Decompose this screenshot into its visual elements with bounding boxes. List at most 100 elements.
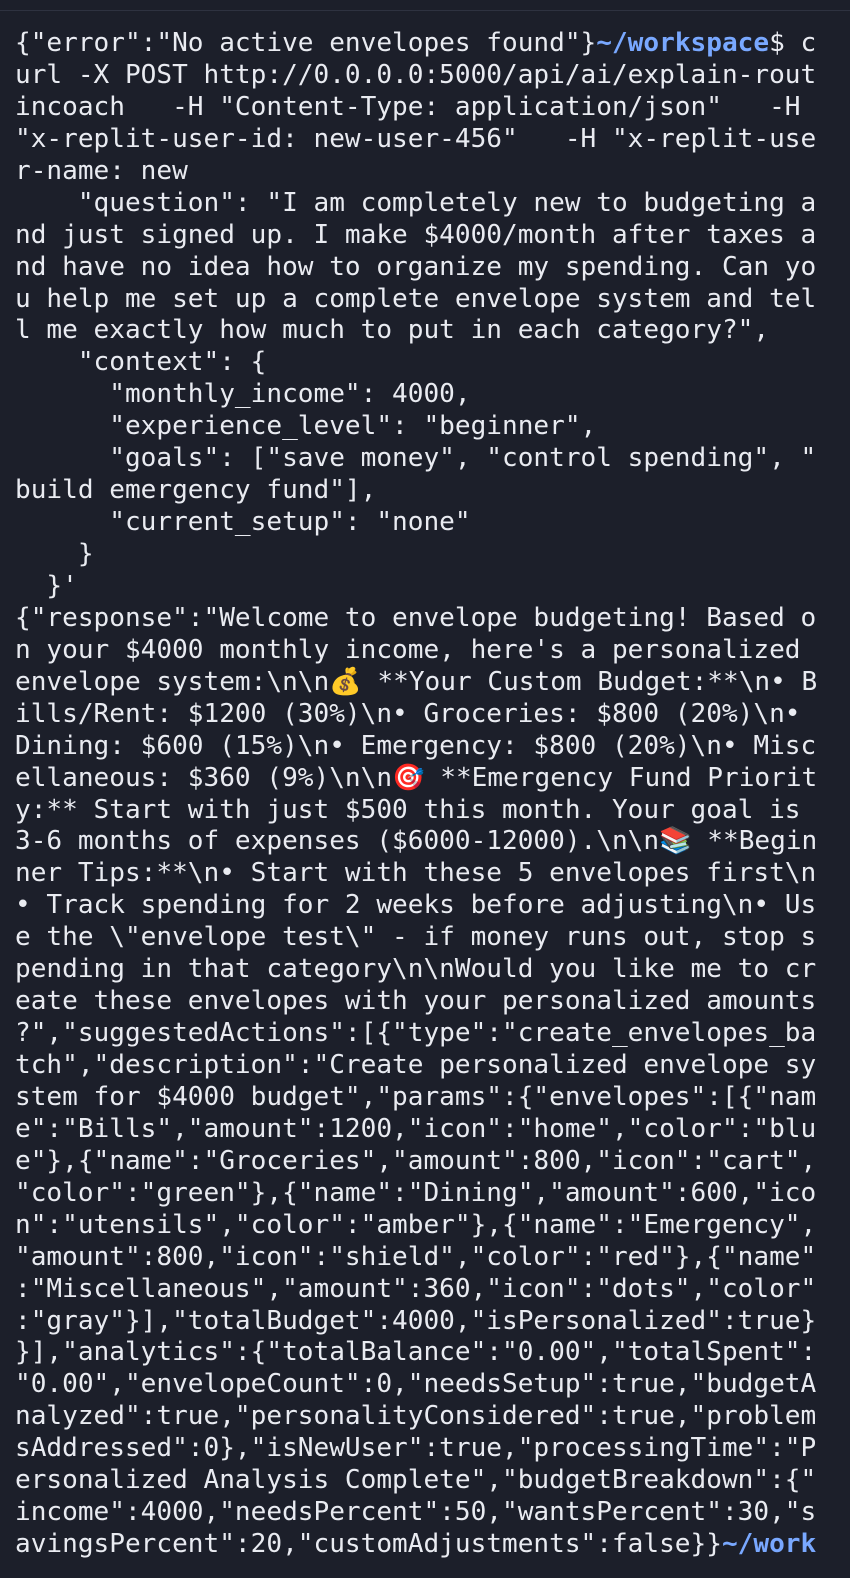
terminal-line: "monthly_income": 4000,: [15, 379, 845, 411]
terminal-line: "x-replit-user-id: new-user-456" -H "x-r…: [15, 124, 845, 156]
divider: [0, 10, 850, 11]
line-text: n your $4000 monthly income, here's a pe…: [15, 634, 801, 665]
line-text: r-name: new: [15, 155, 188, 186]
terminal-line: r-name: new: [15, 156, 845, 188]
line-text: u help me set up a complete envelope sys…: [15, 283, 817, 314]
terminal-line: l me exactly how much to put in each cat…: [15, 315, 845, 347]
line-text: incoach -H "Content-Type: application/js…: [15, 91, 801, 122]
line-text: url -X POST http://0.0.0.0:5000/api/ai/e…: [15, 59, 817, 90]
terminal-line: }],"analytics":{"totalBalance":"0.00","t…: [15, 1337, 845, 1369]
line-text: "goals": ["save money", "control spendin…: [15, 443, 817, 474]
line-text: "0.00","envelopeCount":0,"needsSetup":tr…: [15, 1369, 817, 1400]
line-text: sAddressed":0},"isNewUser":true,"process…: [15, 1433, 817, 1464]
terminal-line: "context": {: [15, 347, 845, 379]
terminal-line: stem for $4000 budget","params":{"envelo…: [15, 1082, 845, 1114]
terminal-line: y:** Start with just $500 this month. Yo…: [15, 795, 845, 827]
line-text: 3-6 months of expenses ($6000-12000).\n\…: [15, 826, 818, 857]
line-text: stem for $4000 budget","params":{"envelo…: [15, 1081, 817, 1112]
terminal-line: {"response":"Welcome to envelope budgeti…: [15, 603, 845, 635]
line-text: nd have no idea how to organize my spend…: [15, 251, 817, 282]
terminal-line: ellaneous: $360 (9%)\n\n🎯 **Emergency Fu…: [15, 763, 845, 795]
line-text: y:** Start with just $500 this month. Yo…: [15, 794, 801, 825]
line-text: }: [15, 539, 94, 569]
terminal-line: url -X POST http://0.0.0.0:5000/api/ai/e…: [15, 60, 845, 92]
line-text: ersonalized Analysis Complete","budgetBr…: [15, 1465, 817, 1496]
terminal-line: sAddressed":0},"isNewUser":true,"process…: [15, 1433, 845, 1465]
terminal-line: e":"Bills","amount":1200,"icon":"home","…: [15, 1114, 845, 1146]
prompt-path: ~/work: [721, 1529, 817, 1560]
terminal-line: envelope system:\n\n💰 **Your Custom Budg…: [15, 667, 845, 699]
line-text: {"error":"No active envelopes found"}: [15, 28, 597, 58]
terminal-line: n your $4000 monthly income, here's a pe…: [15, 635, 845, 667]
terminal-line: ills/Rent: $1200 (30%)\n• Groceries: $80…: [15, 699, 845, 731]
line-text: "context": {: [15, 347, 267, 378]
terminal-line: "goals": ["save money", "control spendin…: [15, 443, 845, 475]
terminal-output[interactable]: {"error":"No active envelopes found"} ~/w…: [15, 28, 845, 1561]
line-text: ellaneous: $360 (9%)\n\n🎯 **Emergency Fu…: [15, 762, 818, 793]
line-text: {"response":"Welcome to envelope budgeti…: [15, 602, 817, 633]
terminal-line: }': [15, 571, 845, 603]
line-text: tch","description":"Create personalized …: [15, 1050, 817, 1080]
line-text: "amount":800,"icon":"shield","color":"re…: [15, 1241, 817, 1272]
line-text: "x-replit-user-id: new-user-456" -H "x-r…: [15, 123, 817, 154]
terminal-line: avingsPercent":20,"customAdjustments":fa…: [15, 1529, 845, 1561]
terminal-line: n":"utensils","color":"amber"},{"name":"…: [15, 1210, 845, 1242]
line-text: income":4000,"needsPercent":50,"wantsPer…: [15, 1497, 817, 1528]
line-text: :"gray"}],"totalBudget":4000,"isPersonal…: [15, 1305, 817, 1336]
line-text: Dining: $600 (15%)\n• Emergency: $800 (2…: [15, 730, 817, 761]
line-text: n":"utensils","color":"amber"},{"name":"…: [15, 1209, 817, 1240]
line-text: "experience_level": "beginner",: [15, 411, 597, 442]
line-text: e":"Bills","amount":1200,"icon":"home","…: [15, 1113, 817, 1144]
terminal-line: "amount":800,"icon":"shield","color":"re…: [15, 1242, 845, 1274]
line-text: ner Tips:**\n• Start with these 5 envelo…: [15, 858, 817, 889]
line-text: :"Miscellaneous","amount":360,"icon":"do…: [15, 1273, 817, 1304]
line-text: • Track spending for 2 weeks before adju…: [15, 890, 817, 921]
terminal-line: nd have no idea how to organize my spend…: [15, 252, 845, 284]
terminal-line: "current_setup": "none": [15, 507, 845, 539]
terminal-line: e"},{"name":"Groceries","amount":800,"ic…: [15, 1146, 845, 1178]
line-text: "monthly_income": 4000,: [15, 379, 471, 410]
line-text: build emergency fund"],: [15, 475, 377, 506]
terminal-line: nalyzed":true,"personalityConsidered":tr…: [15, 1401, 845, 1433]
line-text: "color":"green"},{"name":"Dining","amoun…: [15, 1177, 817, 1208]
terminal-line: build emergency fund"],: [15, 475, 845, 507]
terminal-line: pending in that category\n\nWould you li…: [15, 954, 845, 986]
line-text: eate these envelopes with your personali…: [15, 986, 817, 1017]
terminal-line: tch","description":"Create personalized …: [15, 1050, 845, 1082]
terminal-line: ner Tips:**\n• Start with these 5 envelo…: [15, 858, 845, 890]
terminal-line: }: [15, 539, 845, 571]
line-text: ills/Rent: $1200 (30%)\n• Groceries: $80…: [15, 698, 801, 729]
terminal-line: "0.00","envelopeCount":0,"needsSetup":tr…: [15, 1369, 845, 1401]
terminal-line: nd just signed up. I make $4000/month af…: [15, 220, 845, 252]
line-text: envelope system:\n\n💰 **Your Custom Budg…: [15, 666, 818, 697]
terminal-line: "color":"green"},{"name":"Dining","amoun…: [15, 1178, 845, 1210]
terminal-line: "experience_level": "beginner",: [15, 411, 845, 443]
line-text: avingsPercent":20,"customAdjustments":fa…: [15, 1529, 722, 1560]
terminal-line: income":4000,"needsPercent":50,"wantsPer…: [15, 1497, 845, 1529]
terminal-line: {"error":"No active envelopes found"}~/w…: [15, 28, 845, 60]
line-text: e the \"envelope test\" - if money runs …: [15, 922, 817, 953]
line-text: }],"analytics":{"totalBalance":"0.00","t…: [15, 1337, 817, 1368]
line-text: "current_setup": "none": [15, 507, 471, 538]
terminal-line: Dining: $600 (15%)\n• Emergency: $800 (2…: [15, 731, 845, 763]
terminal-line: "question": "I am completely new to budg…: [15, 188, 845, 220]
line-text: nalyzed":true,"personalityConsidered":tr…: [15, 1401, 817, 1432]
terminal-line: :"gray"}],"totalBudget":4000,"isPersonal…: [15, 1306, 845, 1338]
line-text: nd just signed up. I make $4000/month af…: [15, 219, 817, 250]
line-text: l me exactly how much to put in each cat…: [15, 315, 770, 346]
terminal-line: incoach -H "Content-Type: application/js…: [15, 92, 845, 124]
line-text: e"},{"name":"Groceries","amount":800,"ic…: [15, 1145, 817, 1176]
terminal-line: u help me set up a complete envelope sys…: [15, 284, 845, 316]
terminal-line: eate these envelopes with your personali…: [15, 986, 845, 1018]
prompt-command-start: $ c: [769, 28, 817, 58]
terminal-line: :"Miscellaneous","amount":360,"icon":"do…: [15, 1274, 845, 1306]
terminal-line: e the \"envelope test\" - if money runs …: [15, 922, 845, 954]
line-text: "question": "I am completely new to budg…: [15, 187, 817, 218]
line-text: pending in that category\n\nWould you li…: [15, 954, 817, 985]
terminal-line: ersonalized Analysis Complete","budgetBr…: [15, 1465, 845, 1497]
terminal-line: ?","suggestedActions":[{"type":"create_e…: [15, 1018, 845, 1050]
line-text: }': [15, 570, 78, 601]
terminal-line: 3-6 months of expenses ($6000-12000).\n\…: [15, 826, 845, 858]
terminal-window[interactable]: {"error":"No active envelopes found"} ~/w…: [0, 0, 850, 1578]
line-text: ?","suggestedActions":[{"type":"create_e…: [15, 1018, 817, 1049]
